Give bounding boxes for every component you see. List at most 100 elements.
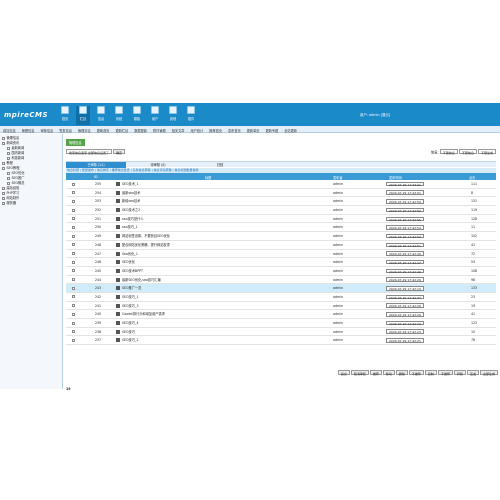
row-time[interactable]: 2020-07-29 17:42:37: [386, 294, 424, 299]
toolbar-btn-7[interactable]: 插件: [184, 106, 198, 125]
toolbar-btn-3[interactable]: 系统: [112, 106, 126, 125]
bulk-button-1[interactable]: 取消审核: [350, 370, 369, 376]
col-author[interactable]: 发布者: [333, 175, 343, 180]
table-row[interactable]: 238 SEO技巧 admin 2020-07-29 17:42:23 10: [66, 328, 496, 337]
row-checkbox[interactable]: [72, 286, 75, 290]
row-title[interactable]: 最新SEO优化,seo技巧汇编: [116, 276, 161, 285]
row-time[interactable]: 2020-07-29 17:42:47: [386, 259, 424, 265]
row-checkbox[interactable]: [72, 199, 75, 203]
col-id[interactable]: ID: [94, 175, 97, 179]
row-time[interactable]: 2020-07-29 17:42:21: [386, 338, 424, 343]
table-row[interactable]: 243 SEO推广一览 admin 2020-07-29 17:42:19 133: [66, 284, 496, 293]
table-row[interactable]: 246 SEO优化 admin 2020-07-29 17:42:47 53: [66, 258, 496, 267]
row-title[interactable]: SEO推广一览: [116, 284, 141, 293]
table-row[interactable]: 245 SEO技术BPPT admin 2020-07-29 17:42:40 108: [66, 267, 496, 276]
row-checkbox[interactable]: [72, 182, 75, 186]
row-checkbox[interactable]: [72, 338, 75, 342]
pager[interactable]: 19: [66, 387, 70, 391]
info-filter-select-3[interactable]: 不限生成: [477, 149, 496, 155]
table-row[interactable]: 255 SEO技术_1 admin 2020-07-29 17:43:01 111: [66, 180, 496, 189]
row-time[interactable]: 2020-07-29 17:43:01: [386, 181, 424, 187]
row-checkbox[interactable]: [72, 312, 75, 316]
row-title[interactable]: SEO技巧: [116, 328, 135, 337]
row-checkbox[interactable]: [72, 304, 75, 308]
bulk-button-3[interactable]: 移动: [382, 370, 395, 376]
row-time[interactable]: 2020-07-29 17:42:24: [386, 320, 424, 326]
row-title[interactable]: 最新seo技术: [116, 189, 140, 198]
bulk-button-0[interactable]: 提交: [337, 370, 350, 376]
toolbar-btn-1[interactable]: 栏目: [76, 106, 90, 125]
row-checkbox[interactable]: [72, 321, 75, 325]
toolbar-btn-5[interactable]: 用户: [148, 106, 162, 125]
row-checkbox[interactable]: [72, 217, 75, 221]
table-row[interactable]: 251 seo技巧是什么 admin 2020-07-29 17:42:55 128: [66, 215, 496, 224]
row-title[interactable]: 新增seo技术: [116, 197, 140, 206]
row-time[interactable]: 2020-07-29 17:42:23: [386, 329, 424, 334]
row-checkbox[interactable]: [72, 208, 75, 212]
sidebar-item[interactable]: 服务器: [2, 201, 62, 206]
row-title[interactable]: seo技巧_1: [116, 223, 138, 232]
toolbar-btn-2[interactable]: 信息: [94, 106, 108, 125]
table-row[interactable]: 254 最新seo技术 admin 2020-07-29 17:43:01 8: [66, 189, 496, 198]
user-status[interactable]: 用户: admin [退出]: [360, 112, 390, 117]
table-row[interactable]: 239 SEO技巧_4 admin 2020-07-29 17:42:24 123: [66, 319, 496, 328]
row-title-text[interactable]: 最新seo技术: [122, 191, 140, 195]
row-title[interactable]: seo技巧是什么: [116, 215, 144, 224]
row-time[interactable]: 2020-07-29 17:42:26: [386, 303, 424, 308]
row-title[interactable]: SEO技术之2: [116, 206, 140, 215]
table-row[interactable]: 252 SEO技术之2 admin 2020-07-29 17:42:56 119: [66, 206, 496, 215]
row-title-text[interactable]: 最新SEO优化,seo技巧汇编: [122, 278, 161, 282]
row-time[interactable]: 2020-07-29 17:43:01: [386, 190, 424, 195]
row-time[interactable]: 2020-07-29 17:42:19: [386, 286, 424, 291]
row-time[interactable]: 2020-07-29 17:42:29: [386, 277, 424, 282]
row-title[interactable]: SEO技巧_4: [116, 319, 139, 328]
row-title[interactable]: SEO优化: [116, 258, 135, 267]
row-time[interactable]: 2020-07-29 17:42:55: [386, 216, 424, 221]
table-row[interactable]: 242 SEO技巧_1 admin 2020-07-29 17:42:37 23: [66, 293, 496, 302]
col-time[interactable]: 发布时间: [389, 175, 402, 180]
bulk-button-8[interactable]: 转移: [453, 370, 466, 376]
row-checkbox[interactable]: [72, 234, 75, 238]
row-title-text[interactable]: SEO技巧: [122, 330, 135, 334]
row-title[interactable]: 配合网站优化策略、提升网站权重: [116, 241, 170, 250]
bulk-button-10[interactable]: 全部生成: [479, 370, 498, 376]
row-checkbox[interactable]: [72, 225, 75, 229]
table-row[interactable]: 237 SEO技巧_2 admin 2020-07-29 17:42:21 78: [66, 336, 496, 346]
table-row[interactable]: 240 Coodel排行乐和增加用户需求 admin 2020-07-29 17:42…: [66, 310, 496, 319]
row-checkbox[interactable]: [72, 278, 75, 282]
col-title[interactable]: 标题: [205, 175, 211, 180]
row-time[interactable]: 2020-07-29 17:42:53: [386, 233, 424, 239]
table-row[interactable]: 247 Seo优化_1 admin 2020-07-29 17:42:49 72: [66, 250, 496, 259]
table-row[interactable]: 253 新增seo技术 admin 2020-07-29 17:42:59 131: [66, 197, 496, 207]
row-checkbox[interactable]: [72, 269, 75, 273]
bulk-button-4[interactable]: 删除: [395, 370, 408, 376]
row-time[interactable]: 2020-07-29 17:42:54: [386, 225, 424, 230]
toolbar-btn-0[interactable]: 首页: [58, 106, 72, 125]
row-title[interactable]: 网站标签设置、不要盲目SEO优化: [116, 232, 170, 241]
row-checkbox[interactable]: [72, 260, 75, 264]
row-title-text[interactable]: SEO技巧_1: [122, 295, 139, 299]
row-title-text[interactable]: Coodel排行乐和增加用户需求: [122, 312, 165, 316]
table-row[interactable]: 244 最新SEO优化,seo技巧汇编 admin 2020-07-29 17:42:…: [66, 276, 496, 285]
row-title-text[interactable]: 网站标签设置、不要盲目SEO优化: [122, 234, 170, 238]
row-checkbox[interactable]: [72, 191, 75, 195]
row-title[interactable]: Seo优化_1: [116, 250, 138, 259]
row-title[interactable]: SEO技巧_3: [116, 302, 139, 311]
row-checkbox[interactable]: [72, 243, 75, 247]
bulk-button-9[interactable]: 签发: [466, 370, 479, 376]
row-title[interactable]: Coodel排行乐和增加用户需求: [116, 310, 165, 319]
row-title-text[interactable]: SEO优化: [122, 260, 135, 264]
row-time[interactable]: 2020-07-29 17:42:49: [386, 251, 424, 256]
bulk-button-6[interactable]: 复制: [424, 370, 437, 376]
info-filter-select-1[interactable]: 不限信息: [439, 149, 458, 155]
confirm-button[interactable]: 确定: [113, 149, 126, 155]
row-checkbox[interactable]: [72, 330, 75, 334]
row-title-text[interactable]: SEO技巧_4: [122, 321, 139, 325]
row-title-text[interactable]: SEO技巧_3: [122, 304, 139, 308]
table-row[interactable]: 241 SEO技巧_3 admin 2020-07-29 17:42:26 19: [66, 302, 496, 311]
search-option-select[interactable]: 搜索信息选项 全部信息设置了: [66, 149, 112, 155]
row-time[interactable]: 2020-07-29 17:42:40: [386, 268, 424, 273]
bulk-button-5[interactable]: 不推荐: [408, 370, 424, 376]
row-title[interactable]: SEO技巧_2: [116, 336, 139, 345]
row-title-text[interactable]: seo技巧_1: [122, 225, 138, 229]
